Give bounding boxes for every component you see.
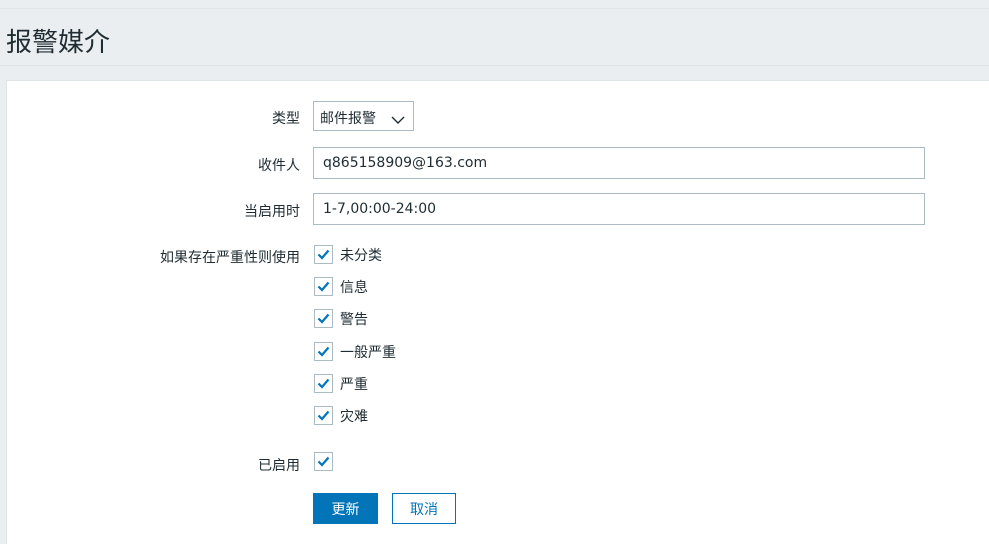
severity-checkbox[interactable] xyxy=(314,342,333,361)
enabled-label: 已启用 xyxy=(258,458,300,474)
page-header: 报警媒介 xyxy=(0,9,989,66)
severity-option-label: 未分类 xyxy=(340,248,382,264)
severity-option-label: 灾难 xyxy=(340,409,368,425)
type-select[interactable]: 邮件报警 xyxy=(313,101,414,131)
check-icon xyxy=(317,456,330,467)
period-label: 当启用时 xyxy=(244,204,300,220)
period-input[interactable] xyxy=(313,193,925,225)
severity-option-label: 一般严重 xyxy=(340,345,396,361)
check-icon xyxy=(317,346,330,357)
check-icon xyxy=(317,313,330,324)
severity-checkbox[interactable] xyxy=(314,277,333,296)
chevron-down-icon xyxy=(391,110,405,124)
check-icon xyxy=(317,378,330,389)
check-icon xyxy=(317,410,330,421)
check-icon xyxy=(317,249,330,260)
sendto-label: 收件人 xyxy=(258,158,300,174)
page-title: 报警媒介 xyxy=(6,28,111,58)
enabled-checkbox[interactable] xyxy=(314,452,333,471)
severity-checkbox[interactable] xyxy=(314,406,333,425)
severity-checkbox[interactable] xyxy=(314,245,333,264)
cancel-button[interactable]: 取消 xyxy=(392,493,456,524)
severity-option-label: 信息 xyxy=(340,280,368,296)
severity-label: 如果存在严重性则使用 xyxy=(160,250,300,266)
sendto-input[interactable] xyxy=(313,147,925,179)
severity-option-label: 警告 xyxy=(340,312,368,328)
update-button[interactable]: 更新 xyxy=(313,493,378,524)
severity-checkbox[interactable] xyxy=(314,309,333,328)
check-icon xyxy=(317,281,330,292)
severity-option-label: 严重 xyxy=(340,377,368,393)
top-strip xyxy=(0,0,989,9)
type-select-value: 邮件报警 xyxy=(320,111,376,127)
severity-checkbox[interactable] xyxy=(314,374,333,393)
type-label: 类型 xyxy=(272,111,300,127)
